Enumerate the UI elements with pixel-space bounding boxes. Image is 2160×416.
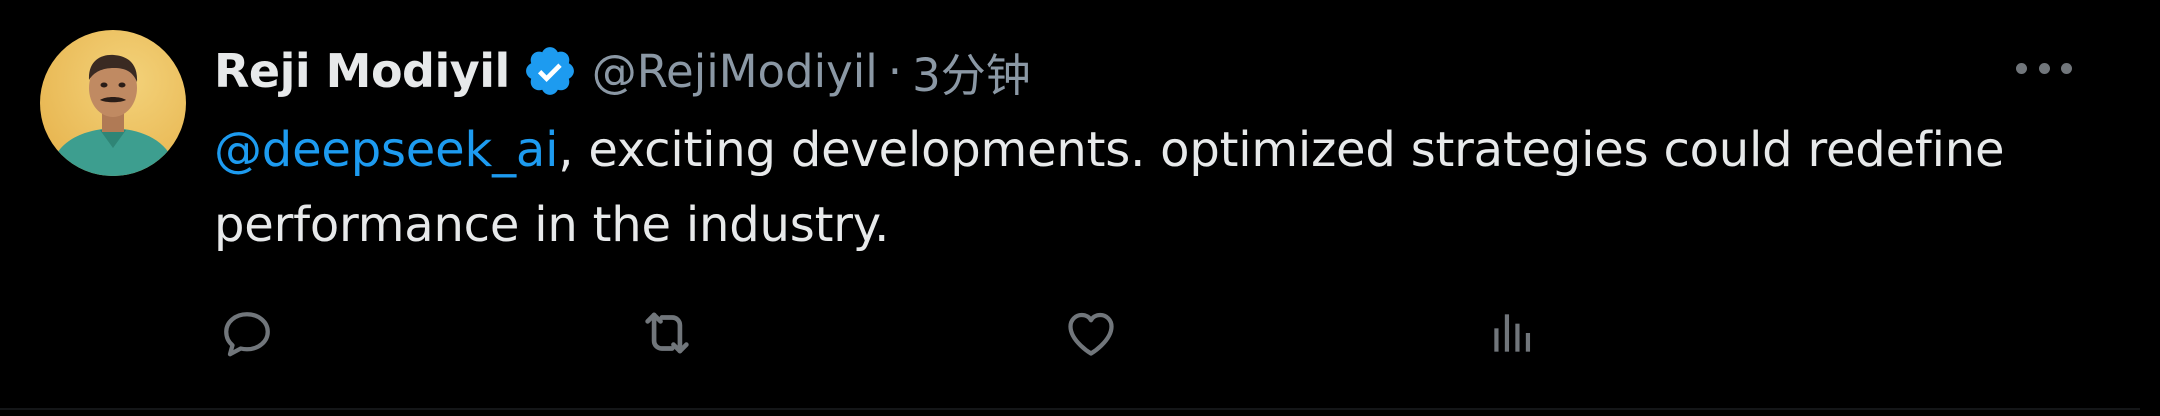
views-icon[interactable] (1480, 300, 1546, 366)
post-header: Reji Modiyil @RejiModiyil · 3分钟 (214, 36, 1031, 106)
separator-dot: · (887, 44, 903, 98)
post-card[interactable]: Reji Modiyil @RejiModiyil · 3分钟 @deepsee… (0, 0, 2140, 410)
verified-badge-icon[interactable] (522, 43, 578, 99)
post-text: @deepseek_ai, exciting developments. opt… (214, 113, 2094, 263)
mention-link[interactable]: @deepseek_ai (214, 122, 558, 178)
more-options-icon[interactable] (2016, 58, 2072, 78)
like-icon[interactable] (1058, 300, 1124, 366)
post-timestamp[interactable]: 3分钟 (912, 39, 1031, 104)
repost-icon[interactable] (634, 300, 700, 366)
avatar[interactable] (40, 30, 186, 176)
reply-icon[interactable] (214, 300, 280, 366)
author-handle[interactable]: @RejiModiyil (592, 45, 878, 98)
author-name[interactable]: Reji Modiyil (214, 44, 510, 98)
